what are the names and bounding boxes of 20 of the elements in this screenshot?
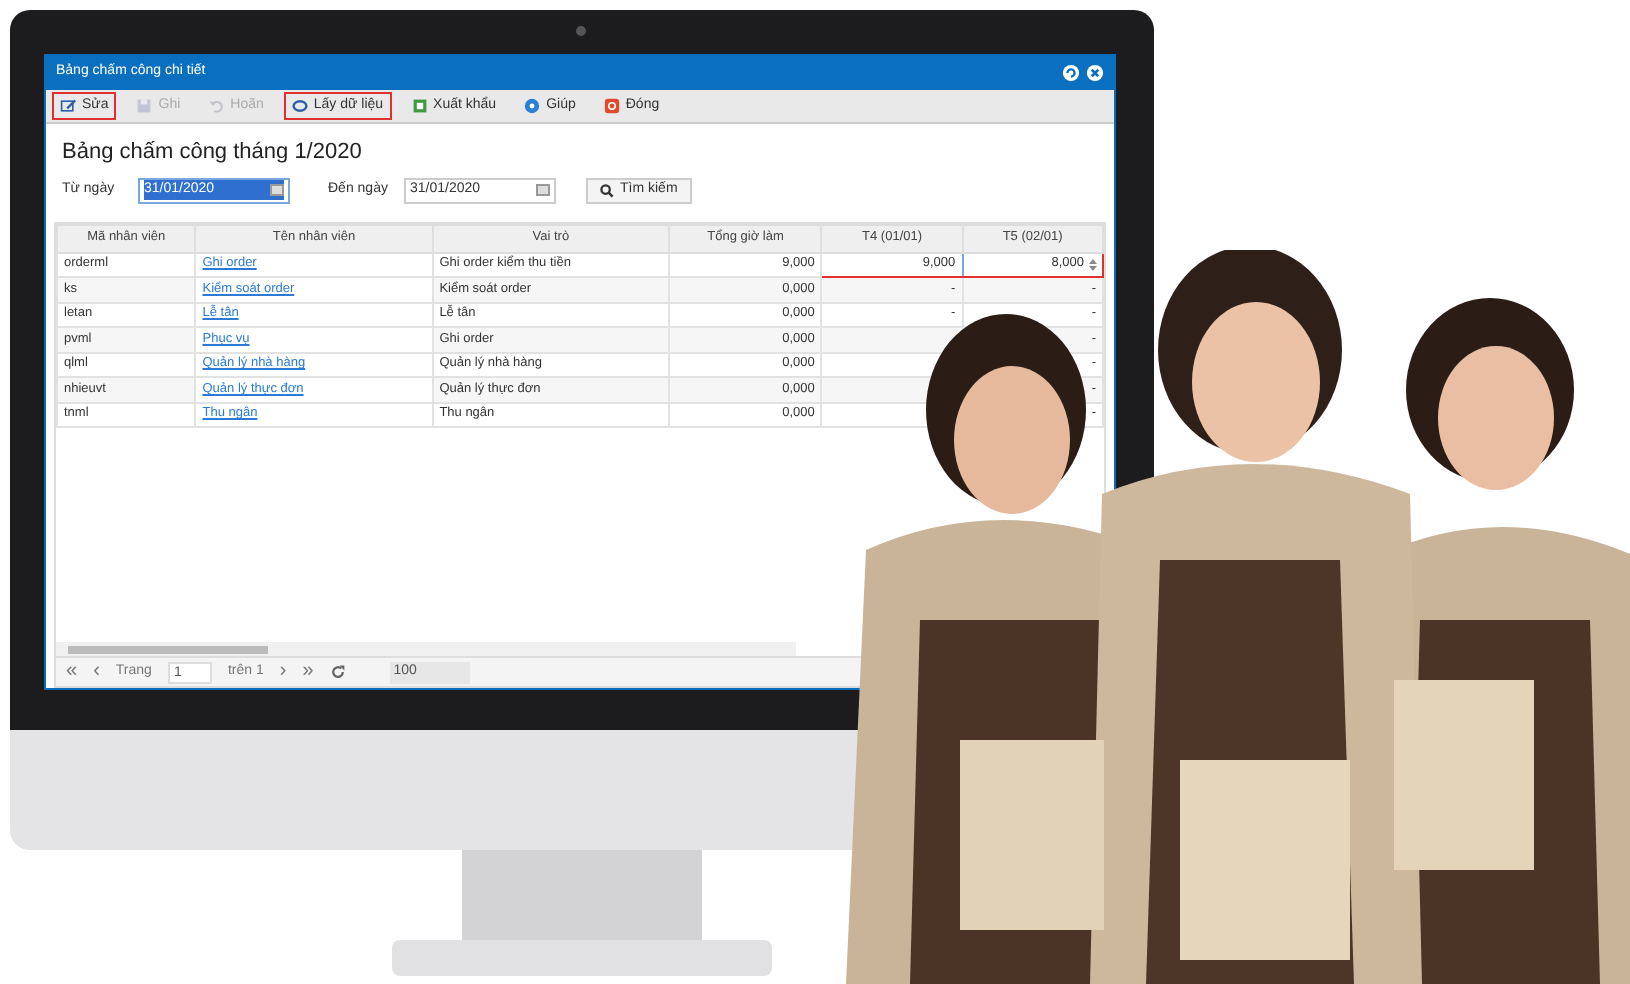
power-icon (603, 98, 620, 114)
spinner-icon[interactable] (1088, 257, 1098, 272)
close-icon[interactable] (1086, 64, 1104, 82)
undo-icon (208, 98, 225, 114)
horizontal-scrollbar[interactable] (56, 642, 796, 656)
page-heading: Bảng chấm công tháng 1/2020 (60, 138, 364, 168)
ring-icon (291, 98, 308, 114)
help-icon (524, 98, 541, 114)
calendar-icon[interactable] (536, 184, 550, 196)
restore-icon[interactable] (1062, 64, 1080, 82)
calendar-icon[interactable] (270, 184, 284, 196)
refresh-icon[interactable] (329, 664, 346, 680)
edit-icon (60, 98, 76, 114)
search-icon (600, 183, 614, 197)
last-page-button[interactable]: » (302, 662, 314, 682)
next-page-button[interactable]: › (279, 662, 287, 682)
first-page-button[interactable]: « (66, 662, 78, 682)
camera-icon (576, 26, 586, 36)
sheet-icon (411, 98, 428, 114)
previous-page-button[interactable]: ‹ (93, 662, 100, 682)
